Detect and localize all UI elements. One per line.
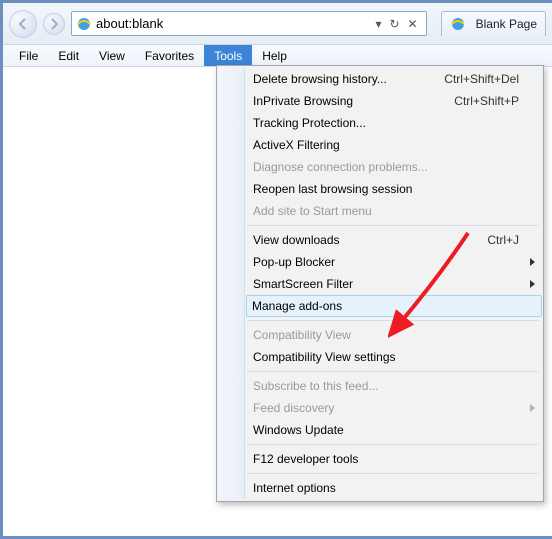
menu-item-shortcut: Ctrl+Shift+Del — [444, 72, 519, 86]
menu-item-label: Add site to Start menu — [253, 204, 519, 218]
menu-item-label: Tracking Protection... — [253, 116, 519, 130]
tools-dropdown-menu: Delete browsing history... Ctrl+Shift+De… — [216, 65, 544, 502]
chevron-right-icon — [530, 280, 535, 288]
menu-item-label: Pop-up Blocker — [253, 255, 519, 269]
menu-separator — [247, 473, 539, 474]
menu-item-label: Subscribe to this feed... — [253, 379, 519, 393]
menu-item-shortcut: Ctrl+Shift+P — [454, 94, 519, 108]
menu-item-label: Compatibility View settings — [253, 350, 519, 364]
menu-bar: File Edit View Favorites Tools Help — [3, 45, 552, 67]
menu-item-label: Windows Update — [253, 423, 519, 437]
menu-item-f12[interactable]: F12 developer tools — [247, 448, 541, 470]
menu-item-label: SmartScreen Filter — [253, 277, 519, 291]
menu-item-subscribe: Subscribe to this feed... — [247, 375, 541, 397]
menu-item-manage-addons[interactable]: Manage add-ons — [246, 295, 542, 317]
menu-item-label: Delete browsing history... — [253, 72, 444, 86]
menu-item-inprivate[interactable]: InPrivate Browsing Ctrl+Shift+P — [247, 90, 541, 112]
menu-item-downloads[interactable]: View downloads Ctrl+J — [247, 229, 541, 251]
tab-blank-page[interactable]: Blank Page — [441, 11, 546, 36]
stop-icon[interactable]: ✕ — [408, 17, 418, 31]
menu-item-label: F12 developer tools — [253, 452, 519, 466]
menu-help[interactable]: Help — [252, 45, 297, 66]
menu-item-label: Diagnose connection problems... — [253, 160, 519, 174]
arrow-left-icon — [17, 18, 29, 30]
menu-item-tracking[interactable]: Tracking Protection... — [247, 112, 541, 134]
menu-file[interactable]: File — [9, 45, 48, 66]
address-text[interactable]: about:blank — [96, 16, 375, 31]
chevron-right-icon — [530, 404, 535, 412]
menu-item-feed: Feed discovery — [247, 397, 541, 419]
back-button[interactable] — [9, 10, 37, 38]
navigation-bar: about:blank ▾ ↻ ✕ Blank Page — [3, 3, 552, 45]
menu-item-windows-update[interactable]: Windows Update — [247, 419, 541, 441]
menu-separator — [247, 371, 539, 372]
refresh-icon[interactable]: ↻ — [389, 17, 399, 31]
menu-favorites[interactable]: Favorites — [135, 45, 204, 66]
menu-separator — [247, 444, 539, 445]
menu-item-label: Reopen last browsing session — [253, 182, 519, 196]
menu-item-internet-options[interactable]: Internet options — [247, 477, 541, 499]
menu-item-label: ActiveX Filtering — [253, 138, 519, 152]
menu-tools[interactable]: Tools — [204, 45, 252, 66]
menu-item-addsite: Add site to Start menu — [247, 200, 541, 222]
tab-bar: Blank Page — [433, 11, 546, 36]
menu-item-label: Internet options — [253, 481, 519, 495]
tab-title: Blank Page — [476, 17, 537, 31]
ie-icon — [450, 16, 466, 32]
menu-item-reopen[interactable]: Reopen last browsing session — [247, 178, 541, 200]
menu-edit[interactable]: Edit — [48, 45, 89, 66]
menu-item-label: Manage add-ons — [252, 299, 520, 313]
menu-item-popup[interactable]: Pop-up Blocker — [247, 251, 541, 273]
arrow-right-icon — [48, 18, 60, 30]
menu-view[interactable]: View — [89, 45, 135, 66]
menu-gutter — [219, 68, 245, 499]
menu-item-label: Compatibility View — [253, 328, 519, 342]
menu-separator — [247, 320, 539, 321]
ie-icon — [76, 16, 92, 32]
menu-item-diagnose: Diagnose connection problems... — [247, 156, 541, 178]
menu-item-compat-view: Compatibility View — [247, 324, 541, 346]
menu-item-activex[interactable]: ActiveX Filtering — [247, 134, 541, 156]
menu-item-delete-history[interactable]: Delete browsing history... Ctrl+Shift+De… — [247, 68, 541, 90]
address-bar[interactable]: about:blank ▾ ↻ ✕ — [71, 11, 427, 36]
menu-item-label: View downloads — [253, 233, 487, 247]
menu-item-label: InPrivate Browsing — [253, 94, 454, 108]
menu-separator — [247, 225, 539, 226]
menu-item-smartscreen[interactable]: SmartScreen Filter — [247, 273, 541, 295]
menu-item-label: Feed discovery — [253, 401, 519, 415]
forward-button[interactable] — [43, 13, 65, 35]
menu-item-compat-settings[interactable]: Compatibility View settings — [247, 346, 541, 368]
address-dropdown-icon[interactable]: ▾ — [375, 17, 381, 31]
menu-item-shortcut: Ctrl+J — [487, 233, 519, 247]
chevron-right-icon — [530, 258, 535, 266]
